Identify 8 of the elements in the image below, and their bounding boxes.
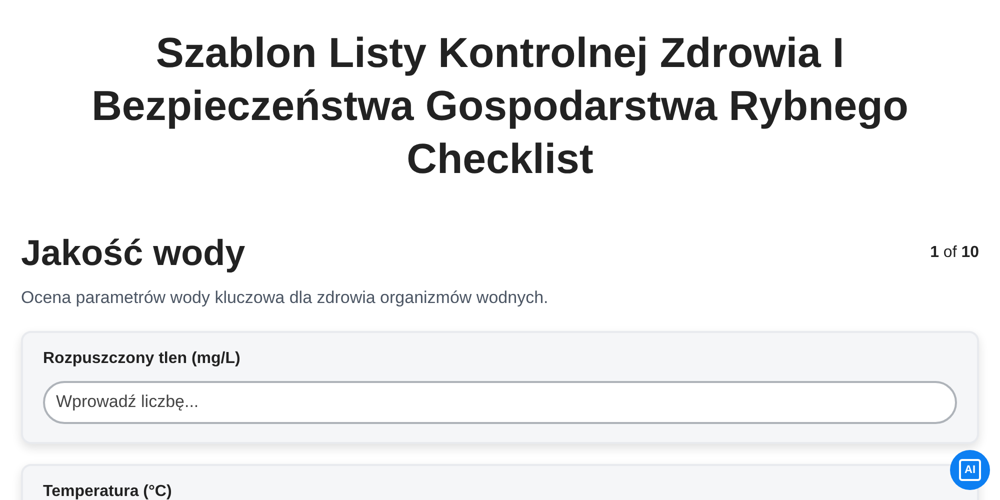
section-description: Ocena parametrów wody kluczowa dla zdrowia organizmów wodnych. (21, 287, 550, 309)
number-input[interactable]: Wprowadź liczbę... (43, 380, 957, 424)
question-label: Rozpuszczony tlen (mg/L) (43, 348, 242, 368)
progress-counter: 1 of 10 (930, 243, 979, 263)
question-label: Temperatura (°C) (43, 482, 173, 500)
section-heading: Jakość wody (21, 231, 246, 275)
ai-assistant-button[interactable]: AI (950, 450, 990, 490)
page-title: Szablon Listy Kontrolnej Zdrowia I Bezpieczeństwa Gospodarstwa Rybnego Checklist (90, 28, 910, 184)
